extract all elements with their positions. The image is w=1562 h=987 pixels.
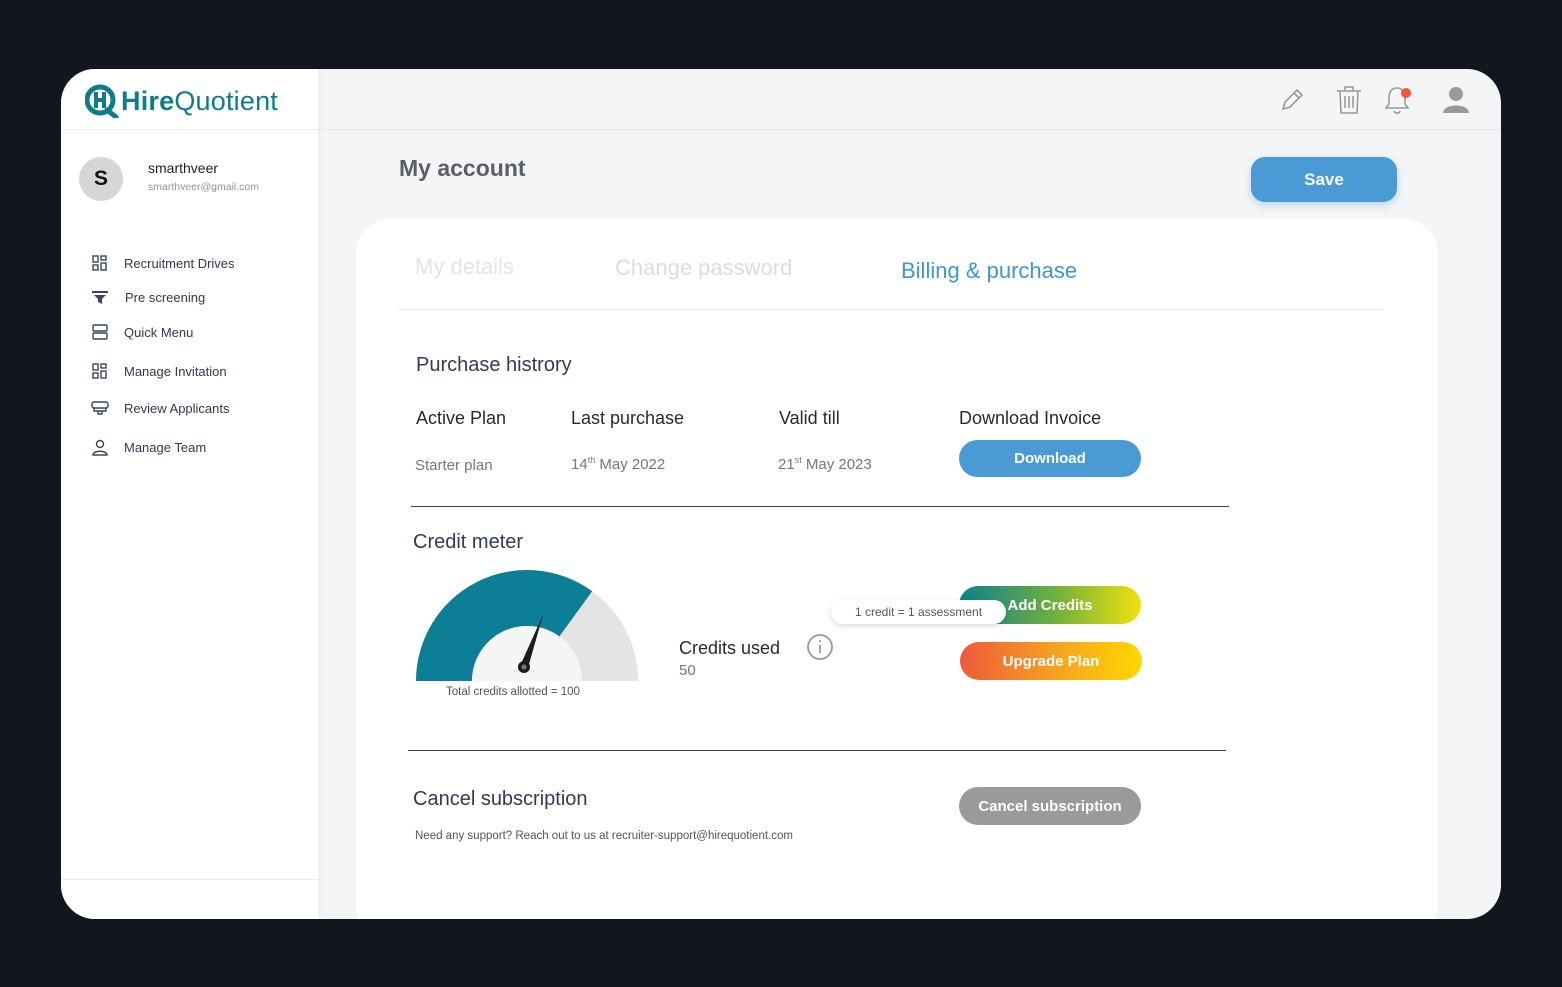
active-plan-value: Starter plan — [415, 457, 493, 474]
save-button[interactable]: Save — [1251, 157, 1397, 202]
credit-meter-title: Credit meter — [413, 531, 524, 553]
sidebar-item-manage-invitation[interactable]: Manage Invitation — [91, 362, 227, 380]
sidebar-item-pre-screening[interactable]: Pre screening — [91, 288, 205, 306]
user-email: smarthveer@gmail.com — [148, 180, 260, 193]
column-header-download-invoice: Download Invoice — [959, 408, 1102, 428]
support-text: Need any support? Reach out to us at rec… — [415, 830, 793, 842]
topbar-divider — [318, 129, 1501, 130]
upgrade-plan-button[interactable]: Upgrade Plan — [960, 642, 1142, 680]
credits-used-label: Credits used — [679, 638, 781, 658]
sidebar-item-label: Review Applicants — [124, 400, 230, 416]
user-name: smarthveer — [148, 159, 219, 176]
grid-icon — [92, 255, 107, 271]
page-title: My account — [399, 155, 526, 181]
sidebar-item-label: Manage Team — [124, 439, 207, 455]
credit-tooltip: 1 credit = 1 assessment — [831, 600, 1006, 624]
hq-logo-icon — [85, 84, 119, 118]
brand-name: HireQuotient — [121, 85, 278, 116]
gauge-caption: Total credits allotted = 100 — [446, 686, 580, 698]
brand-logo[interactable]: HireQuotient — [85, 81, 278, 121]
purchase-history-title: Purchase histrory — [416, 354, 572, 376]
rows-icon — [92, 324, 108, 340]
notification-dot — [1401, 88, 1411, 98]
sidebar-item-label: Recruitment Drives — [124, 255, 235, 271]
user-profile[interactable]: S smarthveer smarthveer@gmail.com — [79, 157, 259, 201]
section-divider — [411, 506, 1229, 507]
bell-icon[interactable] — [1382, 85, 1412, 115]
sidebar-item-recruitment-drives[interactable]: Recruitment Drives — [91, 254, 235, 272]
column-header-valid-till: Valid till — [779, 408, 840, 428]
pencil-icon[interactable] — [1277, 85, 1307, 115]
section-divider — [408, 750, 1226, 751]
monitor-icon — [91, 401, 109, 415]
download-invoice-button[interactable]: Download — [959, 440, 1141, 477]
grid-icon — [92, 363, 107, 379]
avatar: S — [79, 157, 123, 201]
credit-gauge — [416, 570, 638, 681]
credits-used-value: 50 — [679, 662, 696, 679]
column-header-last-purchase: Last purchase — [571, 408, 685, 428]
sidebar-item-quick-menu[interactable]: Quick Menu — [91, 323, 193, 341]
sidebar-item-label: Quick Menu — [124, 324, 194, 340]
tabs-divider — [399, 309, 1382, 310]
profile-icon[interactable] — [1441, 85, 1471, 115]
sidebar-item-review-applicants[interactable]: Review Applicants — [91, 399, 230, 417]
sidebar-item-label: Pre screening — [125, 289, 206, 305]
trash-icon[interactable] — [1334, 85, 1364, 115]
cancel-subscription-title: Cancel subscription — [413, 788, 588, 810]
sidebar-footer-divider — [61, 879, 318, 880]
tab-billing-purchase[interactable]: Billing & purchase — [901, 258, 1077, 284]
sidebar-item-label: Manage Invitation — [124, 363, 227, 379]
tab-my-details[interactable]: My details — [415, 254, 514, 280]
person-icon — [92, 439, 108, 456]
app-window: HireQuotient S smarthveer smarthveer@gma… — [61, 69, 1501, 919]
tab-change-password[interactable]: Change password — [615, 255, 792, 281]
account-card: My details Change password Billing & pur… — [356, 219, 1438, 919]
filter-icon — [92, 291, 108, 304]
last-purchase-value: 14th May 2022 — [571, 455, 666, 473]
cancel-subscription-button[interactable]: Cancel subscription — [959, 787, 1141, 825]
sidebar-item-manage-team[interactable]: Manage Team — [91, 438, 206, 456]
info-icon[interactable] — [806, 633, 834, 661]
sidebar-divider — [61, 129, 318, 130]
sidebar: HireQuotient S smarthveer smarthveer@gma… — [61, 69, 318, 919]
column-header-active-plan: Active Plan — [416, 408, 507, 428]
valid-till-value: 21st May 2023 — [778, 455, 872, 473]
